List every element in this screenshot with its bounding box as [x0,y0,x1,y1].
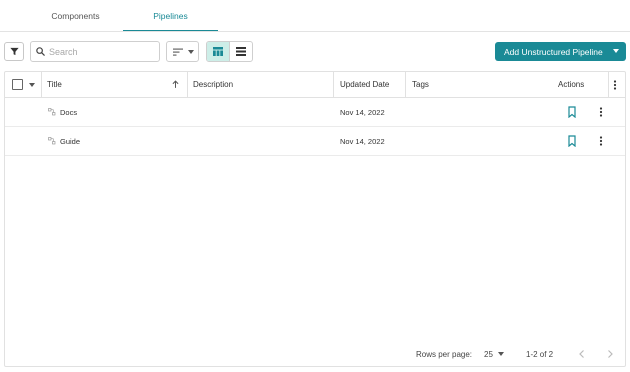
filter-icon [9,47,19,56]
column-updated-date-label: Updated Date [340,80,390,89]
more-vert-icon[interactable] [597,127,605,155]
select-all-checkbox[interactable] [12,79,23,90]
tabs-divider [0,31,630,32]
sort-ascending-icon[interactable] [171,72,180,97]
chevron-down-icon [187,49,194,54]
select-all-control[interactable] [12,72,35,97]
chevron-left-icon[interactable] [578,343,586,365]
rows-per-page-label: Rows per page: [416,349,473,359]
chevron-right-icon[interactable] [606,343,614,365]
tab-pipelines-label: Pipelines [153,11,188,21]
view-toggle [206,41,253,62]
column-header-tags[interactable]: Tags [412,72,429,97]
column-header-updated-date[interactable]: Updated Date [340,72,389,97]
column-header-title[interactable]: Title [47,72,62,97]
tab-pipelines[interactable]: Pipelines [123,0,218,32]
tab-bar: Components Pipelines [28,0,218,32]
search-icon [36,47,45,56]
pipelines-table: Title Description Updated Date Tags Acti… [4,71,626,367]
tab-components-label: Components [51,11,100,21]
grid-view-button[interactable] [207,42,230,61]
pagination-range: 1-2 of 2 [526,349,554,359]
grid-view-icon [213,47,224,56]
table-row[interactable]: Guide Nov 14, 2022 [5,127,625,156]
column-actions-label: Actions [558,80,585,89]
more-vert-icon[interactable] [597,98,605,126]
column-divider [405,72,406,97]
rows-per-page-value: 25 [484,349,493,359]
more-vert-icon[interactable] [611,72,619,97]
column-header-description[interactable]: Description [193,72,233,97]
chevron-down-icon [497,352,504,356]
row-title[interactable]: Docs [60,98,77,126]
row-updated-date: Nov 14, 2022 [340,107,385,117]
filter-button[interactable] [4,42,24,61]
table-row[interactable]: Docs Nov 14, 2022 [5,98,625,127]
column-divider [41,72,42,97]
pagination-bar: Rows per page: 25 1-2 of 2 [5,343,625,365]
table-header: Title Description Updated Date Tags Acti… [5,72,625,98]
pipeline-icon [48,127,56,155]
column-divider [187,72,188,97]
column-divider [608,72,609,97]
search-box [30,41,160,62]
list-view-button[interactable] [229,42,252,61]
column-header-actions: Actions [558,72,584,97]
column-tags-label: Tags [412,80,429,89]
tab-components[interactable]: Components [28,0,123,32]
sort-menu-button[interactable] [166,41,199,62]
bookmark-icon[interactable] [567,98,577,126]
sort-icon [172,48,183,56]
column-title-label: Title [47,80,62,89]
list-view-icon [236,47,247,56]
search-input[interactable] [49,46,157,57]
row-title[interactable]: Guide [60,127,80,155]
rows-per-page-select[interactable]: 25 [484,343,504,365]
column-description-label: Description [193,80,234,89]
column-divider [333,72,334,97]
bookmark-icon[interactable] [567,127,577,155]
pipeline-icon [48,98,56,126]
add-unstructured-pipeline-button[interactable]: Add Unstructured Pipeline [495,42,626,61]
row-updated-date: Nov 14, 2022 [340,136,385,146]
chevron-down-icon [613,49,619,53]
add-button-label: Add Unstructured Pipeline [504,46,603,57]
chevron-down-icon[interactable] [29,82,35,87]
